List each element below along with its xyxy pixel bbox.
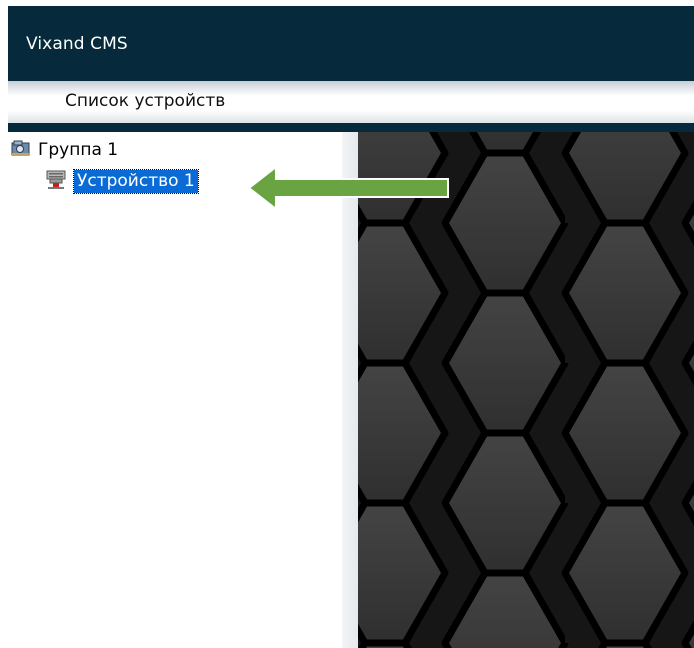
title-bar: Vixand CMS	[8, 6, 694, 81]
tab-bar-border	[8, 123, 694, 132]
tab-bar: Список устройств	[8, 81, 694, 123]
camera-group-icon	[10, 138, 32, 162]
app-title: Vixand CMS	[26, 34, 128, 54]
tree-item-device-1[interactable]: Устройство 1	[44, 168, 199, 194]
tree-device-label: Устройство 1	[73, 168, 199, 194]
network-device-icon	[44, 168, 68, 194]
tab-device-list[interactable]: Список устройств	[65, 91, 225, 111]
tree-group-label: Группа 1	[38, 140, 119, 160]
tree-item-group-1[interactable]: Группа 1	[10, 139, 118, 161]
pointer-arrow-icon	[247, 164, 449, 212]
